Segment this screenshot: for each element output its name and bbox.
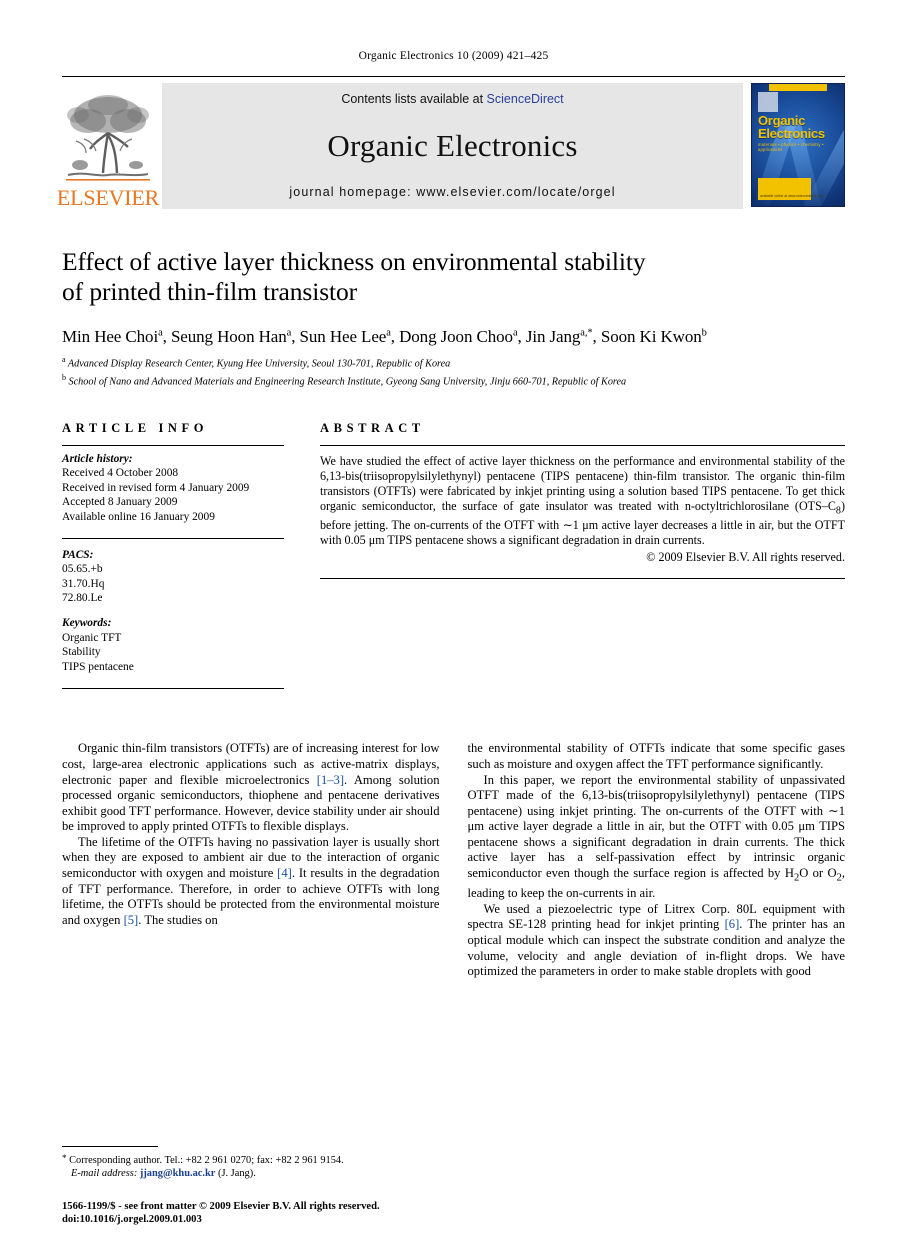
sciencedirect-link[interactable]: ScienceDirect bbox=[487, 92, 564, 106]
page-title: Effect of active layer thickness on envi… bbox=[62, 247, 845, 307]
author-affiliation-mark: a bbox=[286, 327, 292, 339]
author-affiliation-mark: a bbox=[512, 327, 518, 339]
email-label: E-mail address: bbox=[71, 1167, 138, 1179]
body-columns: Organic thin-film transistors (OTFTs) ar… bbox=[62, 741, 845, 979]
keyword-item: Stability bbox=[62, 646, 101, 659]
info-abstract-section: ARTICLE INFO Article history: Received 4… bbox=[62, 421, 845, 690]
elsevier-wordmark: ELSEVIER bbox=[56, 185, 160, 210]
paragraph: In this paper, we report the environment… bbox=[468, 773, 846, 902]
cover-footer-text: available online at www.sciencedirect.co… bbox=[760, 194, 824, 198]
citation-ref[interactable]: [1–3] bbox=[317, 773, 344, 787]
title-line-1: Effect of active layer thickness on envi… bbox=[62, 247, 646, 276]
author-affiliation-mark: a,* bbox=[580, 327, 593, 339]
author-affiliation-mark: b bbox=[701, 327, 707, 339]
title-line-2: of printed thin-film transistor bbox=[62, 277, 358, 306]
abstract-column: ABSTRACT We have studied the effect of a… bbox=[320, 421, 845, 690]
abstract-bottom-rule bbox=[320, 577, 845, 579]
article-history-item: Available online 16 January 2009 bbox=[62, 510, 215, 523]
title-block: Effect of active layer thickness on envi… bbox=[62, 247, 845, 389]
paragraph: We used a piezoelectric type of Litrex C… bbox=[468, 902, 846, 980]
article-page: Organic Electronics 10 (2009) 421–425 EL… bbox=[0, 0, 907, 1238]
journal-title: Organic Electronics bbox=[327, 127, 578, 163]
affiliation: a Advanced Display Research Center, Kyun… bbox=[62, 355, 451, 370]
body-column-left: Organic thin-film transistors (OTFTs) ar… bbox=[62, 741, 440, 979]
abstract-text: We have studied the effect of active lay… bbox=[320, 446, 845, 549]
article-info-body: Article history: Received 4 October 2008… bbox=[62, 446, 284, 675]
doi-line[interactable]: doi:10.1016/j.orgel.2009.01.003 bbox=[62, 1213, 502, 1226]
author-name: Dong Joon Choo bbox=[399, 327, 513, 346]
running-head: Organic Electronics 10 (2009) 421–425 bbox=[358, 50, 549, 62]
pacs-item: 31.70.Hq bbox=[62, 577, 105, 590]
abstract-part-1: We have studied the effect of active lay… bbox=[320, 453, 845, 513]
footnote-rule bbox=[62, 1145, 158, 1147]
author-name: Soon Ki Kwon bbox=[600, 327, 702, 346]
citation-ref[interactable]: [5] bbox=[124, 913, 139, 927]
keyword-item: Organic TFT bbox=[62, 631, 122, 644]
article-history-label: Article history: bbox=[62, 452, 133, 465]
author-affiliation-mark: a bbox=[386, 327, 391, 339]
paragraph: The lifetime of the OTFTs having no pass… bbox=[62, 835, 440, 929]
author-name: Min Hee Choi bbox=[62, 327, 159, 346]
affiliation-list: a Advanced Display Research Center, Kyun… bbox=[62, 353, 845, 389]
citation-ref[interactable]: [4] bbox=[277, 866, 292, 880]
right-p2-a: In this paper, we report the environment… bbox=[467, 772, 846, 881]
cover-title-line2: Electronics bbox=[758, 126, 825, 141]
right-p1: the environmental stability of OTFTs ind… bbox=[467, 741, 846, 771]
right-p2-b: O or O bbox=[799, 866, 837, 881]
banner-center: Contents lists available at ScienceDirec… bbox=[162, 83, 743, 209]
email-link[interactable]: jjang@khu.ac.kr bbox=[140, 1168, 215, 1179]
article-history-item: Received 4 October 2008 bbox=[62, 467, 179, 480]
author-affiliation-mark: a bbox=[158, 327, 163, 339]
body-column-right: the environmental stability of OTFTs ind… bbox=[468, 741, 846, 979]
keywords-block: Keywords: Organic TFT Stability TIPS penta… bbox=[62, 616, 284, 674]
email-owner: (J. Jang). bbox=[217, 1167, 256, 1179]
pacs-block: PACS: 05.65.+b 31.70.Hq 72.80.Le bbox=[62, 548, 284, 606]
footnote-text: Corresponding author. Tel.: +82 2 961 02… bbox=[69, 1154, 344, 1166]
imprint-block: 1566-1199/$ - see front matter © 2009 El… bbox=[62, 1200, 502, 1226]
article-info-column: ARTICLE INFO Article history: Received 4… bbox=[62, 421, 284, 690]
elsevier-logo: ELSEVIER bbox=[57, 83, 159, 209]
abstract-heading: ABSTRACT bbox=[320, 420, 425, 435]
journal-homepage[interactable]: journal homepage: www.elsevier.com/locat… bbox=[289, 185, 615, 199]
left-p2-c: . The studies on bbox=[138, 912, 218, 927]
pacs-item: 05.65.+b bbox=[62, 563, 103, 576]
affiliation-mark: a bbox=[62, 355, 66, 364]
author-name: Seung Hoon Han bbox=[170, 327, 287, 346]
article-history-item: Received in revised form 4 January 2009 bbox=[62, 481, 250, 494]
abstract-copyright: © 2009 Elsevier B.V. All rights reserved… bbox=[646, 549, 845, 564]
article-info-bottom-rule bbox=[62, 688, 284, 690]
pacs-item: 72.80.Le bbox=[62, 592, 103, 605]
article-history-items: Received 4 October 2008 Received in revis… bbox=[62, 466, 284, 524]
journal-cover-thumbnail: Organic Electronics materials • physics … bbox=[751, 83, 845, 207]
article-info-heading: ARTICLE INFO bbox=[62, 420, 209, 435]
contents-lists-line: Contents lists available at ScienceDirec… bbox=[341, 92, 563, 106]
cover-title: Organic Electronics bbox=[758, 114, 825, 140]
footnote-marker: * bbox=[62, 1152, 67, 1163]
elsevier-tree-icon bbox=[64, 89, 152, 185]
corresponding-author-note: * Corresponding author. Tel.: +82 2 961 … bbox=[62, 1152, 442, 1180]
author-name: Jin Jang bbox=[525, 327, 581, 346]
author-name: Sun Hee Lee bbox=[299, 327, 387, 346]
pacs-label: PACS: bbox=[62, 548, 94, 561]
paragraph: Organic thin-film transistors (OTFTs) ar… bbox=[62, 741, 440, 835]
cover-publisher-mark bbox=[758, 92, 778, 112]
cover-top-bar bbox=[768, 84, 828, 91]
keywords-label: Keywords: bbox=[62, 616, 112, 629]
cover-subtitle: materials • physics • chemistry • applic… bbox=[758, 142, 824, 152]
paragraph: the environmental stability of OTFTs ind… bbox=[468, 741, 846, 772]
journal-banner: ELSEVIER Contents lists available at Sci… bbox=[57, 76, 845, 209]
keywords-items: Organic TFT Stability TIPS pentacene bbox=[62, 631, 284, 675]
footnote-block: * Corresponding author. Tel.: +82 2 961 … bbox=[62, 1145, 442, 1180]
affiliation: b School of Nano and Advanced Materials … bbox=[62, 372, 627, 388]
citation-ref[interactable]: [6] bbox=[725, 917, 740, 931]
author-list: Min Hee Choia, Seung Hoon Hana, Sun Hee … bbox=[62, 327, 707, 346]
article-history-block: Article history: Received 4 October 2008… bbox=[62, 452, 284, 525]
article-info-separator bbox=[62, 537, 284, 539]
keyword-item: TIPS pentacene bbox=[62, 660, 134, 673]
pacs-items: 05.65.+b 31.70.Hq 72.80.Le bbox=[62, 562, 284, 606]
affiliation-mark: b bbox=[62, 372, 66, 382]
article-history-item: Accepted 8 January 2009 bbox=[62, 496, 178, 509]
issn-line: 1566-1199/$ - see front matter © 2009 El… bbox=[62, 1200, 380, 1212]
contents-lists-prefix: Contents lists available at bbox=[341, 92, 487, 106]
